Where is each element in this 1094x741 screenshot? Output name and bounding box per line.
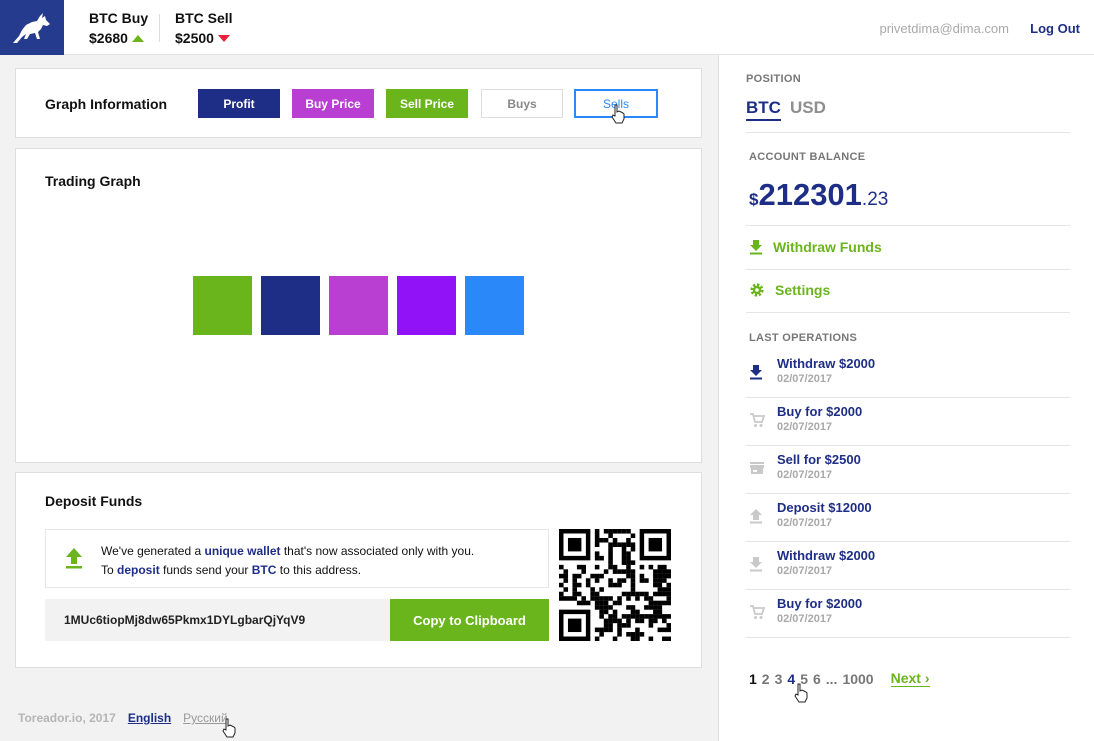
btc-sell-value: $2500 — [175, 30, 214, 46]
btc-buy-label: BTC Buy — [89, 10, 149, 26]
download-icon — [749, 556, 763, 577]
deposit-funds-card: Deposit Funds We've generated a unique w… — [15, 472, 702, 668]
graph-swatch — [261, 276, 320, 335]
hand-cursor-icon — [222, 718, 236, 738]
tab-btc[interactable]: BTC — [746, 98, 781, 121]
lang-english-link[interactable]: English — [128, 711, 171, 725]
cart-icon — [749, 412, 766, 433]
cart-icon — [749, 604, 766, 625]
bull-icon — [13, 12, 50, 43]
divider — [746, 269, 1070, 270]
operation-item[interactable]: Withdraw $2000 02/07/2017 — [746, 542, 1070, 590]
operation-title: Buy for $2000 — [777, 596, 863, 611]
operation-item[interactable]: Withdraw $2000 02/07/2017 — [746, 350, 1070, 398]
logout-link[interactable]: Log Out — [1030, 21, 1080, 36]
chevron-right-icon: › — [924, 670, 930, 686]
operation-item[interactable]: Buy for $2000 02/07/2017 — [746, 590, 1070, 638]
page-3[interactable]: 3 — [775, 671, 783, 687]
operation-title: Deposit $12000 — [777, 500, 872, 515]
buy-price-button[interactable]: Buy Price — [292, 89, 374, 118]
account-balance-label: ACCOUNT BALANCE — [749, 151, 866, 163]
profit-button[interactable]: Profit — [198, 89, 280, 118]
wallet-notice: We've generated a unique wallet that's n… — [45, 529, 549, 588]
btc-buy-price: BTC Buy $2680 — [89, 10, 148, 46]
graph-swatch — [465, 276, 524, 335]
download-icon — [750, 240, 762, 255]
sell-price-button[interactable]: Sell Price — [386, 89, 468, 118]
divider — [746, 132, 1070, 133]
operation-item[interactable]: Sell for $2500 02/07/2017 — [746, 446, 1070, 494]
buys-button[interactable]: Buys — [481, 89, 563, 118]
gear-icon — [750, 283, 764, 297]
wallet-address[interactable]: 1MUc6tiopMj8dw65Pkmx1DYLgbarQjYqV9 — [45, 599, 390, 641]
withdraw-funds-link[interactable]: Withdraw Funds — [749, 239, 882, 255]
upload-icon — [749, 508, 763, 529]
upload-arrow-icon — [66, 548, 82, 569]
header-divider — [159, 14, 160, 42]
graph-information-title: Graph Information — [45, 96, 168, 112]
store-icon — [749, 460, 765, 481]
divider — [746, 312, 1070, 313]
pagination: 1 2 3 4 5 6 ... 1000 Next › — [749, 670, 930, 687]
page-1[interactable]: 1 — [749, 671, 757, 687]
last-operations-label: LAST OPERATIONS — [749, 332, 858, 344]
hand-cursor-icon — [611, 104, 625, 124]
bull-logo[interactable] — [0, 0, 64, 55]
divider — [746, 225, 1070, 226]
price-up-icon — [131, 34, 144, 42]
operation-date: 02/07/2017 — [777, 613, 833, 625]
deposit-funds-title: Deposit Funds — [45, 493, 143, 509]
graph-swatch — [397, 276, 456, 335]
operation-title: Sell for $2500 — [777, 452, 861, 467]
btc-buy-value: $2680 — [89, 30, 128, 46]
settings-link[interactable]: Settings — [749, 282, 830, 298]
graph-swatch — [329, 276, 388, 335]
tab-usd[interactable]: USD — [790, 98, 826, 118]
trading-graph-card: Trading Graph — [15, 148, 702, 463]
operation-item[interactable]: Buy for $2000 02/07/2017 — [746, 398, 1070, 446]
graph-swatch — [193, 276, 252, 335]
wallet-qr-code — [559, 529, 671, 641]
price-down-icon — [217, 34, 230, 42]
page-6[interactable]: 6 — [813, 671, 821, 687]
operation-date: 02/07/2017 — [777, 517, 833, 529]
account-balance-value: $ 212301 .23 — [749, 177, 889, 212]
user-email: privetdima@dima.com — [879, 21, 1009, 36]
copy-to-clipboard-button[interactable]: Copy to Clipboard — [390, 599, 549, 641]
hand-cursor-icon — [794, 683, 808, 703]
operation-title: Withdraw $2000 — [777, 356, 876, 371]
account-sidebar: POSITION BTC USD ACCOUNT BALANCE $ 21230… — [718, 55, 1094, 741]
operation-title: Withdraw $2000 — [777, 548, 876, 563]
next-page-link[interactable]: Next › — [890, 670, 930, 687]
operation-title: Buy for $2000 — [777, 404, 863, 419]
operation-date: 02/07/2017 — [777, 421, 833, 433]
footer: Toreador.io, 2017 English Русский — [18, 711, 228, 725]
operation-date: 02/07/2017 — [777, 373, 833, 385]
graph-information-card: Graph Information Profit Buy Price Sell … — [15, 68, 702, 138]
operation-date: 02/07/2017 — [777, 565, 833, 577]
position-label: POSITION — [746, 73, 801, 85]
trading-graph-title: Trading Graph — [45, 173, 141, 189]
operation-item[interactable]: Deposit $12000 02/07/2017 — [746, 494, 1070, 542]
download-icon — [749, 364, 763, 385]
wallet-notice-text: We've generated a unique wallet that's n… — [101, 544, 475, 577]
page-ellipsis: ... — [825, 670, 838, 687]
page-last[interactable]: 1000 — [842, 671, 873, 687]
btc-sell-label: BTC Sell — [175, 10, 233, 26]
operation-date: 02/07/2017 — [777, 469, 833, 481]
page-2[interactable]: 2 — [762, 671, 770, 687]
top-header: BTC Buy $2680 BTC Sell $2500 privetdima@… — [0, 0, 1094, 55]
btc-sell-price: BTC Sell $2500 — [175, 10, 233, 46]
copyright-text: Toreador.io, 2017 — [18, 711, 116, 725]
